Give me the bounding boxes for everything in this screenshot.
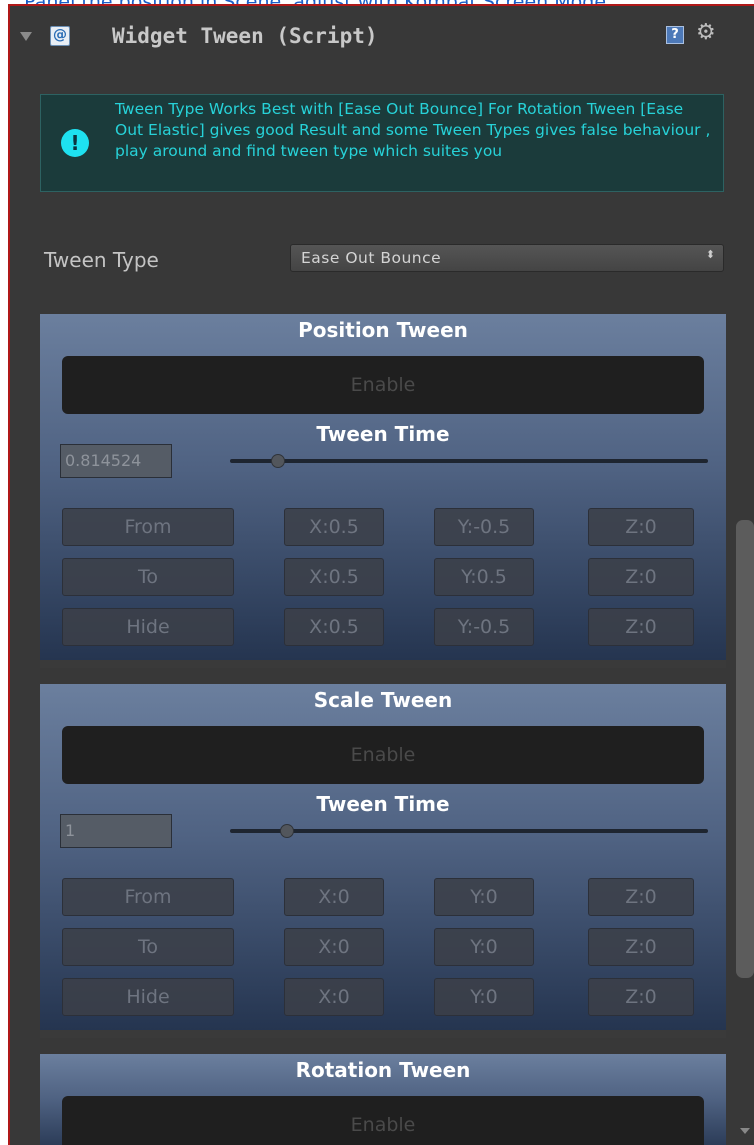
panel-title: Position Tween bbox=[298, 318, 468, 342]
hide-x-field[interactable]: X:0.5 bbox=[284, 608, 384, 646]
tween-time-title: Tween Time bbox=[316, 422, 450, 446]
script-icon: @ bbox=[50, 26, 70, 46]
scrollbar-thumb[interactable] bbox=[736, 520, 754, 978]
info-help-box: ! Tween Type Works Best with [Ease Out B… bbox=[40, 94, 724, 192]
enable-button[interactable]: Enable bbox=[62, 726, 704, 784]
tween-time-title: Tween Time bbox=[316, 792, 450, 816]
tween-time-input[interactable]: 1 bbox=[60, 814, 172, 848]
panel-divider bbox=[40, 660, 726, 668]
scroll-down-icon[interactable] bbox=[740, 1128, 750, 1134]
tween-type-value: Ease Out Bounce bbox=[301, 249, 442, 267]
to-button[interactable]: To bbox=[62, 928, 234, 966]
hide-button[interactable]: Hide bbox=[62, 608, 234, 646]
enable-button[interactable]: Enable bbox=[62, 1096, 704, 1145]
foldout-arrow-icon[interactable] bbox=[20, 32, 32, 41]
from-button[interactable]: From bbox=[62, 878, 234, 916]
slider-thumb[interactable] bbox=[270, 454, 285, 468]
tween-type-dropdown[interactable]: Ease Out Bounce ⬍ bbox=[290, 244, 724, 272]
tween-type-label: Tween Type bbox=[44, 248, 159, 272]
tween-time-input[interactable]: 0.814524 bbox=[60, 444, 172, 478]
panel-divider bbox=[40, 1030, 726, 1038]
gear-icon[interactable]: ⚙ bbox=[696, 20, 716, 45]
rotation-tween-panel: Rotation Tween Enable bbox=[40, 1054, 726, 1145]
hide-button[interactable]: Hide bbox=[62, 978, 234, 1016]
to-y-field[interactable]: Y:0.5 bbox=[434, 558, 534, 596]
to-y-field[interactable]: Y:0 bbox=[434, 928, 534, 966]
to-x-field[interactable]: X:0.5 bbox=[284, 558, 384, 596]
enable-button[interactable]: Enable bbox=[62, 356, 704, 414]
tween-time-slider[interactable] bbox=[230, 459, 708, 463]
from-y-field[interactable]: Y:-0.5 bbox=[434, 508, 534, 546]
panel-title: Scale Tween bbox=[313, 688, 453, 712]
dropdown-arrows-icon: ⬍ bbox=[705, 248, 715, 261]
slider-thumb[interactable] bbox=[280, 824, 295, 838]
panel-title: Rotation Tween bbox=[295, 1058, 471, 1082]
from-button[interactable]: From bbox=[62, 508, 234, 546]
info-message: Tween Type Works Best with [Ease Out Bou… bbox=[115, 100, 711, 160]
info-icon: ! bbox=[61, 129, 89, 157]
component-title: Widget Tween (Script) bbox=[112, 24, 378, 48]
hide-x-field[interactable]: X:0 bbox=[284, 978, 384, 1016]
help-icon[interactable]: ? bbox=[666, 26, 684, 44]
from-z-field[interactable]: Z:0 bbox=[588, 878, 694, 916]
from-x-field[interactable]: X:0.5 bbox=[284, 508, 384, 546]
inspector-component: @ Widget Tween (Script) ? ⚙ ! Tween Type… bbox=[8, 4, 754, 1145]
hide-y-field[interactable]: Y:-0.5 bbox=[434, 608, 534, 646]
scale-tween-panel: Scale Tween Enable Tween Time 1 From X:0… bbox=[40, 684, 726, 1030]
position-tween-panel: Position Tween Enable Tween Time 0.81452… bbox=[40, 314, 726, 660]
from-z-field[interactable]: Z:0 bbox=[588, 508, 694, 546]
from-x-field[interactable]: X:0 bbox=[284, 878, 384, 916]
tween-time-slider[interactable] bbox=[230, 829, 708, 833]
to-button[interactable]: To bbox=[62, 558, 234, 596]
to-x-field[interactable]: X:0 bbox=[284, 928, 384, 966]
hide-z-field[interactable]: Z:0 bbox=[588, 978, 694, 1016]
component-header[interactable]: @ Widget Tween (Script) ? ⚙ bbox=[10, 6, 754, 70]
to-z-field[interactable]: Z:0 bbox=[588, 558, 694, 596]
hide-y-field[interactable]: Y:0 bbox=[434, 978, 534, 1016]
from-y-field[interactable]: Y:0 bbox=[434, 878, 534, 916]
hide-z-field[interactable]: Z:0 bbox=[588, 608, 694, 646]
to-z-field[interactable]: Z:0 bbox=[588, 928, 694, 966]
